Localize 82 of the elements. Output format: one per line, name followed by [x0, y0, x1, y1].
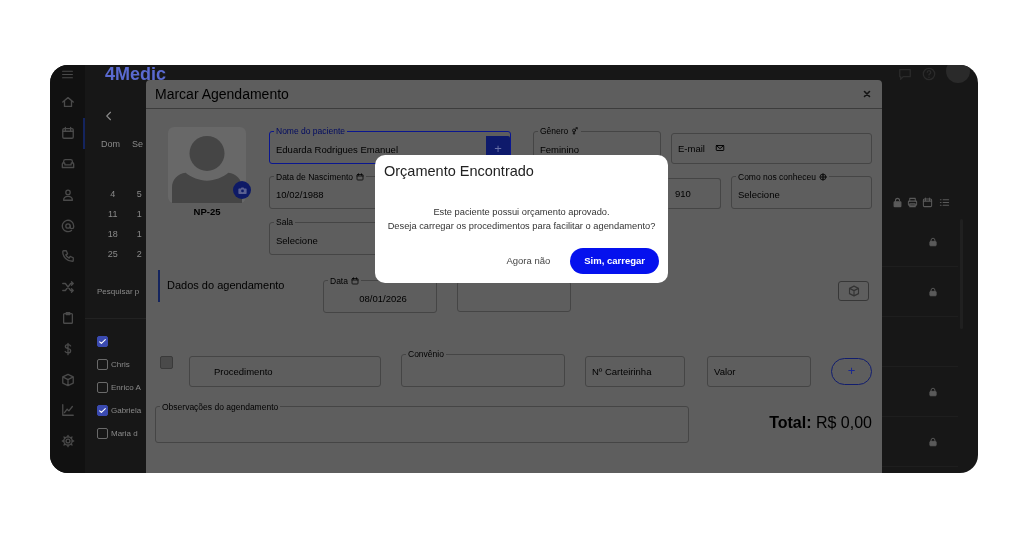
total-amount: Total: R$ 0,00: [769, 412, 872, 433]
calendar-icon: [60, 126, 75, 141]
dialog-message: Este paciente possui orçamento aprovado.: [432, 205, 611, 219]
calendar-day[interactable]: 11: [106, 208, 120, 222]
professional-name: Enrico A: [111, 381, 141, 394]
section-title: Dados do agendamento: [158, 269, 323, 302]
input-field[interactable]: 10/02/1988: [276, 181, 399, 208]
envelope-icon: [714, 143, 725, 153]
calendar-day[interactable]: 5: [132, 188, 146, 202]
input-field[interactable]: Feminino: [540, 135, 660, 163]
calendar-day[interactable]: 1: [132, 228, 146, 242]
field-label: Data: [330, 276, 348, 285]
form-field[interactable]: Observações do agendamento: [155, 402, 689, 443]
modal-title: Marcar Agendamento: [155, 84, 289, 104]
form-field[interactable]: E-mail: [671, 132, 872, 164]
lock-icon[interactable]: [928, 236, 938, 247]
dismiss-button[interactable]: Agora não: [500, 249, 557, 273]
checkbox[interactable]: [97, 359, 108, 370]
close-icon: [862, 89, 872, 99]
printer-icon[interactable]: [907, 196, 918, 208]
chart-icon: [60, 403, 75, 418]
calendar-icon: [356, 172, 364, 181]
cube-icon: [60, 372, 75, 387]
checkmark-icon: [98, 337, 107, 346]
checkbox[interactable]: [160, 355, 173, 369]
calendar-icon: [350, 276, 359, 285]
patient-code: NP-25: [193, 205, 221, 219]
cube-icon: [847, 284, 860, 297]
lock-icon[interactable]: [928, 436, 938, 447]
close-button[interactable]: [862, 89, 872, 99]
sofa-icon: [60, 157, 75, 171]
checkbox[interactable]: [97, 405, 108, 416]
globe-icon: [818, 172, 827, 181]
professional-name: Gabriela: [111, 404, 142, 417]
calendar-day[interactable]: 4: [106, 188, 120, 202]
weekday-label: Se: [132, 138, 144, 152]
input-field[interactable]: 08/01/2026: [330, 285, 436, 312]
weekday-label: Dom: [101, 138, 120, 152]
home-icon: [60, 95, 75, 110]
confirm-button[interactable]: Sim, carregar: [570, 248, 659, 274]
gender-symbol-icon: [571, 127, 580, 136]
professional-name: Chris: [111, 358, 130, 371]
field-label: Sala: [276, 218, 293, 227]
calendar-day[interactable]: 2: [132, 248, 146, 262]
shuffle-icon: [60, 280, 75, 295]
field-label: Observações do agendamento: [162, 402, 279, 411]
field-label: Gênero: [540, 127, 569, 136]
app-logo: 4Medic: [105, 65, 167, 83]
input-field[interactable]: Selecione: [738, 181, 871, 208]
lock-icon[interactable]: [892, 196, 903, 208]
calendar-day[interactable]: 18: [106, 228, 120, 242]
field-label: Como nos conheceu: [738, 172, 816, 181]
form-field[interactable]: Data 08/01/2026: [323, 276, 437, 313]
calendar-day[interactable]: 1: [132, 208, 146, 222]
input-field[interactable]: 910: [675, 179, 720, 208]
camera-icon: [236, 184, 248, 196]
input-field[interactable]: E-mail: [678, 133, 715, 163]
field-label: Convênio: [408, 350, 444, 359]
form-field[interactable]: Convênio: [401, 350, 565, 387]
checkmark-icon: [98, 406, 107, 415]
calendar-icon[interactable]: [922, 196, 933, 208]
camera-button[interactable]: [233, 181, 251, 199]
professional-name: Maria d: [111, 427, 138, 440]
search-field[interactable]: Pesquisar p: [97, 281, 146, 301]
checkbox[interactable]: [97, 382, 108, 393]
clipboard-icon: [60, 310, 75, 325]
lock-icon[interactable]: [928, 286, 938, 297]
field-label: Nome do paciente: [276, 127, 345, 136]
user-icon: [60, 187, 75, 202]
settings-icon: [60, 434, 75, 449]
checkbox[interactable]: [97, 336, 108, 347]
phone-icon: [60, 249, 75, 264]
avatar-circle[interactable]: [946, 65, 970, 83]
calendar-day[interactable]: 25: [106, 248, 120, 262]
checkbox[interactable]: [97, 428, 108, 439]
at-sign-icon: [60, 218, 75, 233]
list-icon[interactable]: [939, 196, 950, 208]
form-field[interactable]: Como nos conheceu Selecione: [731, 172, 872, 209]
package-button[interactable]: [838, 280, 869, 301]
lock-icon[interactable]: [928, 386, 938, 397]
input-field[interactable]: Eduarda Rodrigues Emanuel: [276, 135, 486, 163]
field-label: Data de Nascimento: [276, 172, 353, 181]
